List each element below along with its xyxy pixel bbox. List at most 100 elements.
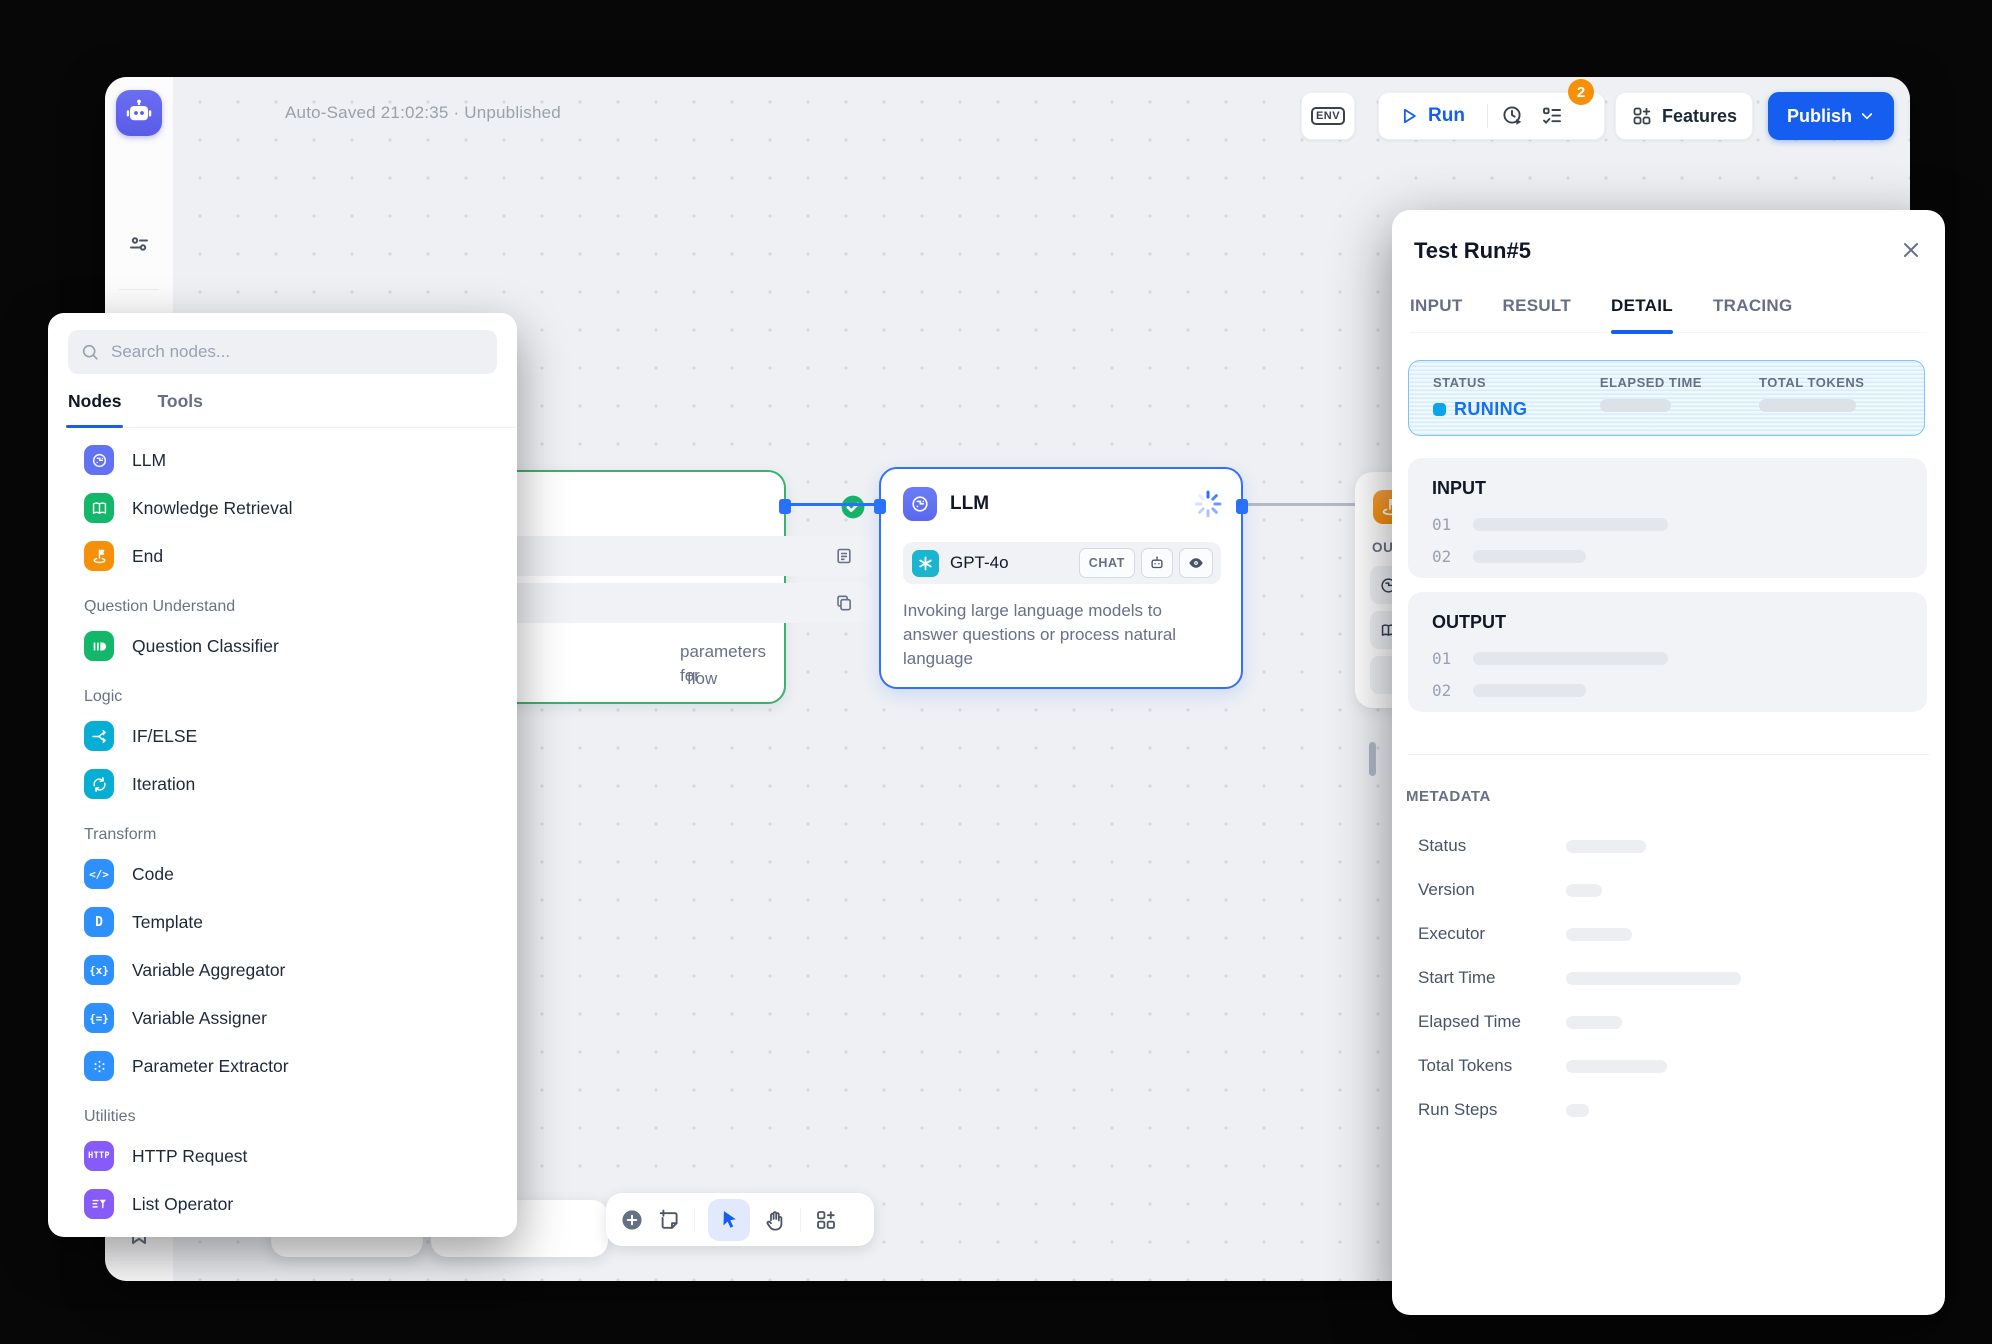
card-row: 01: [1432, 515, 1903, 534]
node-item-knowledge-retrieval[interactable]: Knowledge Retrieval: [48, 484, 517, 532]
if-else-icon: [84, 721, 114, 751]
env-button[interactable]: ENV: [1301, 92, 1355, 140]
metadata-row: Executor: [1418, 912, 1921, 956]
chevron-down-icon: [1859, 108, 1875, 124]
node-item-list-operator[interactable]: List Operator: [48, 1180, 517, 1228]
output-title: OUTPUT: [1432, 612, 1903, 633]
node-item-code[interactable]: </>Code: [48, 850, 517, 898]
publish-label: Publish: [1787, 106, 1852, 127]
card-row: 02: [1432, 681, 1903, 700]
edge-start-to-llm: [783, 503, 883, 506]
node-group-title: Logic: [48, 670, 517, 712]
end-flag-icon: [84, 541, 114, 571]
vision-eye-icon[interactable]: [1179, 548, 1213, 578]
skeleton-bar: [1566, 928, 1632, 941]
llm-node-icon: [903, 487, 937, 521]
node-item-variable-assigner[interactable]: {=}Variable Assigner: [48, 994, 517, 1042]
tab-tools[interactable]: Tools: [157, 385, 202, 427]
tab-detail[interactable]: DETAIL: [1611, 290, 1673, 332]
autosave-status: Auto-Saved 21:02:35 · Unpublished: [285, 103, 561, 123]
model-selector[interactable]: GPT-4o CHAT: [903, 542, 1221, 584]
node-item-question-classifier[interactable]: Question Classifier: [48, 622, 517, 670]
panel-divider: [1408, 754, 1929, 755]
input-handle[interactable]: [874, 499, 886, 514]
output-handle[interactable]: [1236, 499, 1248, 514]
checklist-icon[interactable]: [1540, 104, 1564, 128]
tab-tracing[interactable]: TRACING: [1713, 290, 1793, 332]
node-item-label: IF/ELSE: [132, 726, 197, 747]
start-node-field-row[interactable]: [458, 583, 872, 623]
node-item-http-request[interactable]: HTTPHTTP Request: [48, 1132, 517, 1180]
pointer-tool-selected[interactable]: [708, 1199, 750, 1241]
organize-layout-icon[interactable]: [814, 1208, 838, 1232]
play-icon: [1399, 106, 1419, 126]
run-button[interactable]: Run: [1379, 93, 1487, 139]
test-run-panel: Test Run#5 INPUTRESULTDETAILTRACING STAT…: [1392, 210, 1945, 1315]
features-button[interactable]: Features: [1615, 92, 1753, 140]
metadata-row: Elapsed Time: [1418, 1000, 1921, 1044]
status-label: STATUS: [1433, 375, 1600, 390]
toolbar-divider: [800, 1208, 801, 1232]
sidebar-divider: [119, 289, 159, 290]
parameter-extractor-icon: [84, 1051, 114, 1081]
llm-node[interactable]: LLM GPT-4o CHAT Invoking large language …: [879, 467, 1243, 689]
node-item-label: Iteration: [132, 774, 195, 795]
model-name: GPT-4o: [950, 553, 1073, 573]
llm-node-title: LLM: [950, 493, 989, 515]
hand-tool-icon[interactable]: [763, 1208, 787, 1232]
node-item-label: Template: [132, 912, 203, 933]
search-input[interactable]: [109, 341, 485, 363]
status-card: STATUS RUNING ELAPSED TIME TOTAL TOKENS: [1408, 360, 1925, 436]
node-item-variable-aggregator[interactable]: {x}Variable Aggregator: [48, 946, 517, 994]
scrollbar-thumb[interactable]: [1369, 742, 1376, 776]
metadata-row: Version: [1418, 868, 1921, 912]
close-icon[interactable]: [1899, 238, 1923, 262]
toolbar-divider: [694, 1208, 695, 1232]
workflow-settings-icon[interactable]: [127, 232, 151, 256]
app-logo-robot-icon[interactable]: [116, 90, 162, 136]
add-note-icon[interactable]: [657, 1208, 681, 1232]
input-card: INPUT 0102: [1408, 458, 1927, 578]
row-index: 02: [1432, 681, 1451, 700]
skeleton-bar: [1566, 1016, 1622, 1029]
skeleton-bar: [1473, 550, 1586, 563]
llm-icon: [84, 445, 114, 475]
node-item-parameter-extractor[interactable]: Parameter Extractor: [48, 1042, 517, 1090]
node-item-llm[interactable]: LLM: [48, 436, 517, 484]
node-item-iteration[interactable]: Iteration: [48, 760, 517, 808]
node-item-label: Question Classifier: [132, 636, 279, 657]
node-list: LLM Knowledge Retrieval EndQuestion Unders…: [48, 428, 517, 1237]
tab-nodes[interactable]: Nodes: [68, 385, 121, 427]
copy-icon: [834, 593, 854, 613]
start-node-field-row[interactable]: [458, 536, 872, 576]
search-input-wrapper[interactable]: [68, 330, 497, 374]
tab-result[interactable]: RESULT: [1503, 290, 1572, 332]
node-item-label: LLM: [132, 450, 166, 471]
node-panel-tabs: Nodes Tools: [68, 385, 517, 428]
node-item-template[interactable]: DTemplate: [48, 898, 517, 946]
node-group-title: Utilities: [48, 1090, 517, 1132]
success-check-icon: [840, 494, 866, 520]
output-handle[interactable]: [779, 499, 791, 514]
llm-node-description: Invoking large language models to answer…: [903, 599, 1213, 671]
row-index: 02: [1432, 547, 1451, 566]
list-operator-icon: [84, 1189, 114, 1219]
skeleton-bar: [1473, 518, 1668, 531]
add-node-icon[interactable]: [620, 1208, 644, 1232]
node-item-label: HTTP Request: [132, 1146, 247, 1167]
metadata-label: Version: [1418, 880, 1566, 900]
metadata-label: Executor: [1418, 924, 1566, 944]
node-item-if-else[interactable]: IF/ELSE: [48, 712, 517, 760]
node-item-label: Knowledge Retrieval: [132, 498, 293, 519]
node-item-label: Variable Assigner: [132, 1008, 267, 1029]
publish-button[interactable]: Publish: [1768, 92, 1894, 140]
node-group-title: Question Understand: [48, 580, 517, 622]
run-history-clock-icon[interactable]: [1501, 104, 1525, 128]
agent-robot-icon[interactable]: [1141, 548, 1173, 578]
version-history-button[interactable]: [1909, 92, 1910, 140]
metadata-label: Status: [1418, 836, 1566, 856]
tab-input[interactable]: INPUT: [1410, 290, 1463, 332]
node-item-end[interactable]: End: [48, 532, 517, 580]
status-dot: [1433, 403, 1446, 416]
total-tokens-label: TOTAL TOKENS: [1759, 375, 1924, 390]
